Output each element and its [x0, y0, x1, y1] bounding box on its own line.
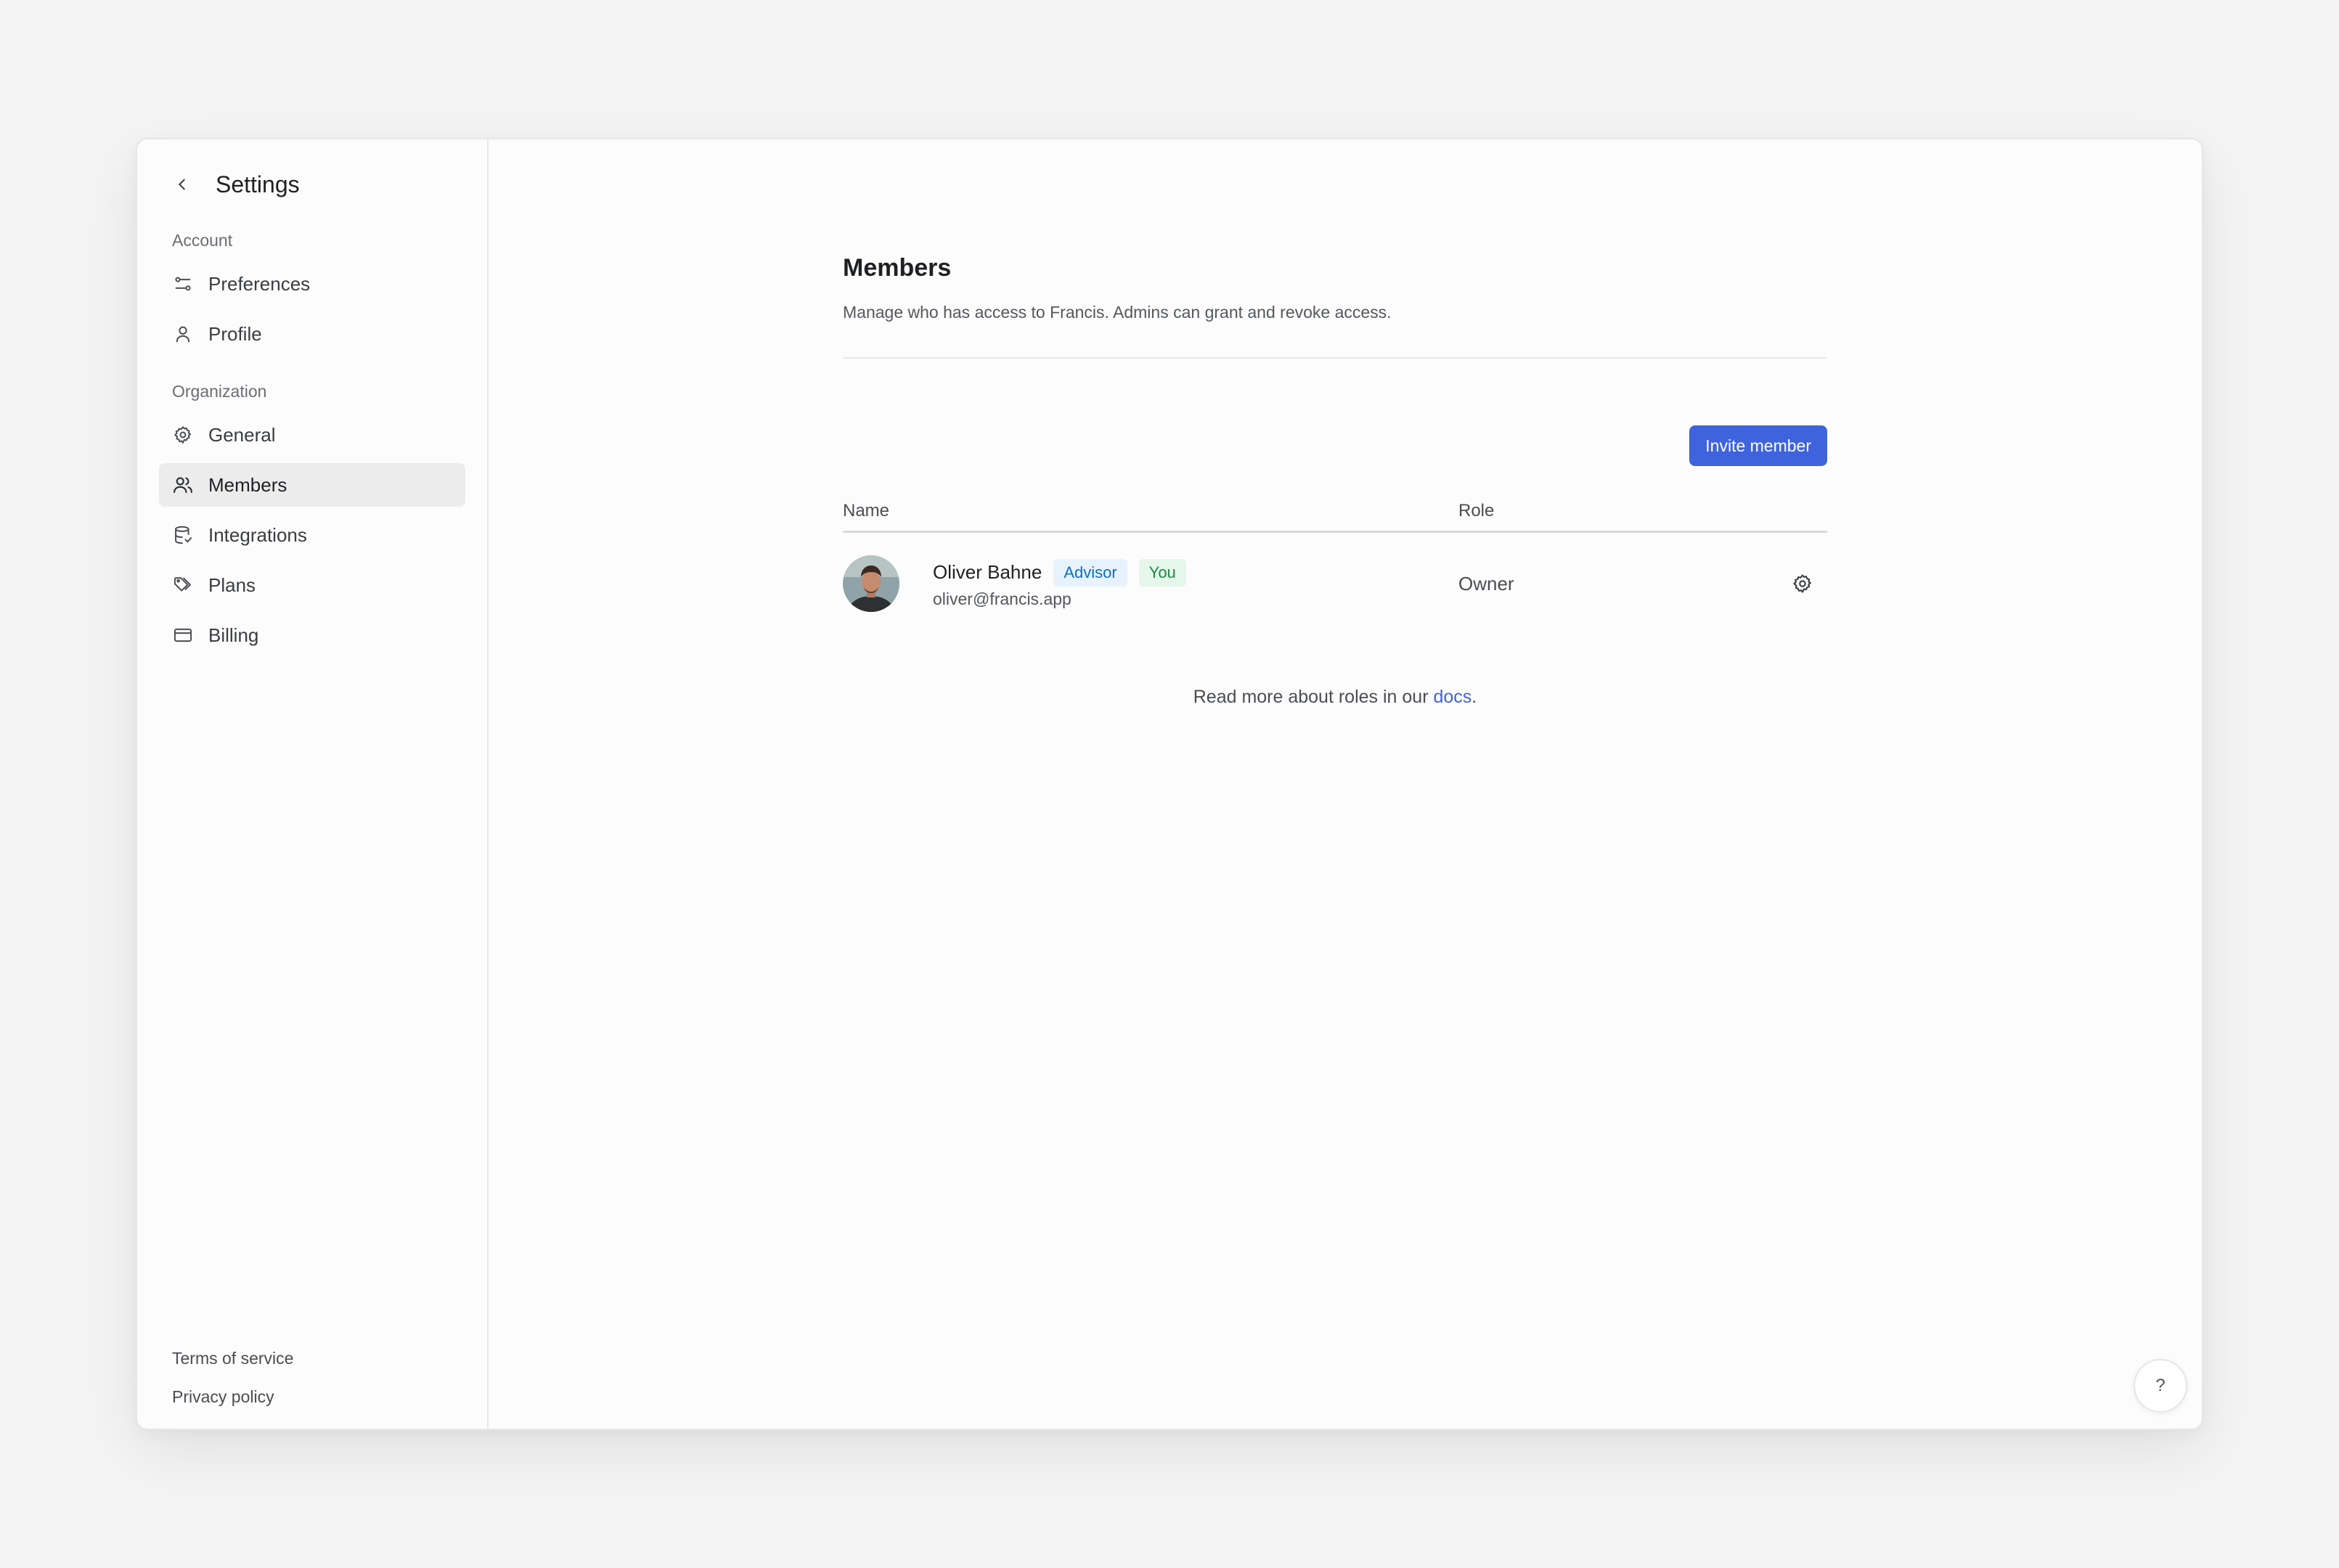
members-content: Members Manage who has access to Francis… — [843, 254, 1827, 708]
credit-card-icon — [172, 624, 194, 646]
page-description: Manage who has access to Francis. Admins… — [843, 303, 1392, 322]
sidebar-item-general[interactable]: General — [159, 413, 465, 457]
user-icon — [172, 323, 194, 345]
advisor-badge: Advisor — [1053, 558, 1127, 587]
sidebar-item-billing[interactable]: Billing — [159, 613, 465, 657]
account-nav: Preferences Profile — [159, 262, 465, 356]
roles-footnote: Read more about roles in our docs. — [843, 687, 1827, 708]
sidebar-item-label: Integrations — [208, 523, 307, 546]
sidebar-item-label: General — [208, 423, 276, 446]
avatar — [843, 555, 899, 612]
sidebar: Settings Account Preferences Profile Org… — [137, 139, 489, 1429]
sidebar-item-label: Preferences — [208, 272, 311, 295]
you-badge: You — [1138, 558, 1186, 587]
actions-bar: Invite member — [843, 425, 1827, 466]
footnote-period: . — [1471, 687, 1477, 707]
help-button[interactable]: ? — [2134, 1359, 2187, 1413]
member-info: Oliver Bahne Advisor You oliver@francis.… — [933, 558, 1186, 609]
settings-window: Settings Account Preferences Profile Org… — [136, 138, 2203, 1430]
sidebar-item-profile[interactable]: Profile — [159, 312, 465, 356]
section-label-account: Account — [172, 231, 233, 250]
organization-nav: General Members Integrations Plans Billi… — [159, 413, 465, 657]
table-row: Oliver Bahne Advisor You oliver@francis.… — [843, 533, 1827, 634]
docs-link[interactable]: docs — [1433, 687, 1471, 707]
page-title: Members — [843, 254, 952, 282]
sidebar-item-label: Members — [208, 473, 287, 496]
divider — [843, 357, 1827, 359]
tags-icon — [172, 574, 194, 596]
gear-icon — [172, 424, 194, 446]
sidebar-item-preferences[interactable]: Preferences — [159, 262, 465, 306]
footnote-text: Read more about roles in our — [1193, 687, 1434, 707]
gear-icon[interactable] — [1788, 569, 1817, 598]
sidebar-item-integrations[interactable]: Integrations — [159, 513, 465, 557]
sidebar-header: Settings — [159, 163, 465, 206]
member-name: Oliver Bahne — [933, 561, 1042, 583]
section-label-organization: Organization — [172, 382, 267, 401]
member-cell: Oliver Bahne Advisor You oliver@francis.… — [843, 555, 1458, 612]
database-icon — [172, 524, 194, 546]
column-header-name: Name — [843, 501, 890, 520]
users-icon — [172, 474, 194, 496]
member-email: oliver@francis.app — [933, 589, 1071, 608]
sidebar-footer: Terms of service Privacy policy — [172, 1349, 293, 1407]
member-role: Owner — [1458, 572, 1514, 595]
table-header: Name Role — [843, 501, 1827, 533]
column-header-role: Role — [1458, 501, 1495, 520]
sliders-icon — [172, 273, 194, 295]
sidebar-item-label: Billing — [208, 624, 259, 646]
sidebar-item-label: Profile — [208, 322, 262, 345]
sidebar-item-label: Plans — [208, 573, 256, 596]
main-panel: Members Manage who has access to Francis… — [489, 139, 2202, 1429]
sidebar-item-plans[interactable]: Plans — [159, 563, 465, 607]
chevron-left-icon[interactable] — [169, 171, 195, 197]
invite-member-button[interactable]: Invite member — [1689, 425, 1827, 466]
terms-link[interactable]: Terms of service — [172, 1349, 293, 1368]
member-name-line: Oliver Bahne Advisor You — [933, 558, 1186, 587]
sidebar-title: Settings — [216, 171, 300, 197]
privacy-link[interactable]: Privacy policy — [172, 1387, 293, 1407]
sidebar-item-members[interactable]: Members — [159, 463, 465, 507]
